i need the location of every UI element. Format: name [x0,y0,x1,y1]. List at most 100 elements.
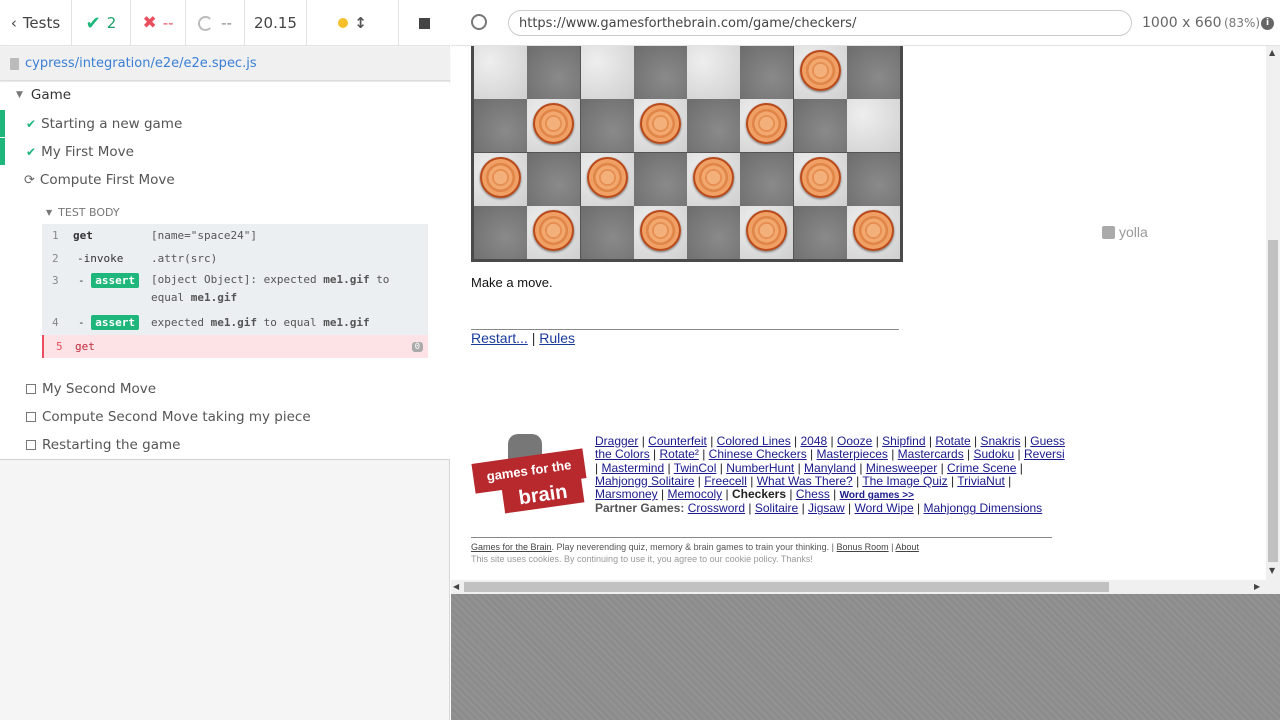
checker-piece[interactable] [852,209,894,251]
partner-link[interactable]: Jigsaw [808,501,845,515]
board-square[interactable] [633,152,687,206]
partner-link[interactable]: Crossword [688,501,745,515]
url-field[interactable]: https://www.gamesforthebrain.com/game/ch… [508,10,1132,36]
game-link[interactable]: Mahjongg Solitaire [595,474,694,488]
test-item-pending[interactable]: My Second Move [26,376,156,402]
info-icon[interactable]: i [1261,17,1274,30]
game-link[interactable]: Rotate [935,434,970,448]
board-square[interactable] [474,46,527,99]
game-link[interactable]: Minesweeper [866,461,937,475]
game-link[interactable]: Mastermind [601,461,664,475]
game-link[interactable]: Marsmoney [595,487,658,501]
game-link[interactable]: 2048 [801,434,828,448]
auto-scroll-toggle[interactable]: ↕ [307,0,399,46]
game-link[interactable]: TwinCol [674,461,717,475]
board-square[interactable] [474,99,527,153]
game-link[interactable]: Mastercards [898,447,964,461]
game-link[interactable]: Oooze [837,434,872,448]
checker-piece[interactable] [746,209,788,251]
bonus-room-link[interactable]: Bonus Room [837,542,889,552]
scrollbar-thumb[interactable] [464,582,1109,592]
checker-piece[interactable] [799,50,841,91]
about-link[interactable]: About [895,542,919,552]
game-link[interactable]: Memocoly [667,487,722,501]
checker-piece[interactable] [480,156,521,198]
yolla-ad[interactable]: yolla [1102,224,1148,240]
test-item[interactable]: ✔ My First Move [26,139,134,165]
board-square[interactable] [740,152,794,206]
board-square[interactable] [633,46,687,99]
checker-piece[interactable] [533,209,575,251]
game-link[interactable]: Masterpieces [817,447,888,461]
test-item-pending[interactable]: Restarting the game [26,432,180,458]
tests-button[interactable]: ‹ Tests [0,0,72,46]
suite-game[interactable]: ▼ Game [16,82,71,108]
board-square[interactable] [687,99,740,153]
board-square[interactable] [846,152,900,206]
board-square[interactable] [580,99,634,153]
game-link[interactable]: Reversi [1024,447,1065,461]
partner-link[interactable]: Mahjongg Dimensions [923,501,1042,515]
command-row[interactable]: 3 - assert [object Object]: expected me1… [42,270,428,306]
board-square[interactable] [846,46,900,99]
command-row-failed[interactable]: 5 get 0 [42,335,428,358]
game-link[interactable]: Chinese Checkers [709,447,807,461]
test-item-pending[interactable]: Compute Second Move taking my piece [26,404,311,430]
horizontal-scrollbar[interactable]: ◀ ▶ [451,580,1266,594]
checker-piece[interactable] [799,156,841,198]
board-square[interactable] [527,46,581,99]
restart-link[interactable]: Restart... [471,330,528,346]
game-link[interactable]: Crime Scene [947,461,1016,475]
word-games-link[interactable]: Word games >> [840,490,914,501]
game-link[interactable]: TriviaNut [957,474,1005,488]
board-square[interactable] [793,99,847,153]
board-square[interactable] [527,152,581,206]
command-row[interactable]: 4 - assert expected me1.gif to equal me1… [42,311,428,334]
checker-piece[interactable] [639,103,681,145]
scrollbar-thumb[interactable] [1268,240,1278,562]
board-square[interactable] [740,46,794,99]
game-link[interactable]: Shipfind [882,434,925,448]
checker-piece[interactable] [693,156,734,198]
partner-link[interactable]: Solitaire [755,501,798,515]
board-square[interactable] [580,46,634,99]
games-for-the-brain-logo[interactable]: games for the brain [471,432,587,514]
game-link[interactable]: Colored Lines [717,434,791,448]
board-square[interactable] [474,205,527,259]
command-row[interactable]: 2 -invoke .attr(src) [42,247,428,270]
board-square[interactable] [687,205,740,259]
spec-path[interactable]: cypress/integration/e2e/e2e.spec.js [25,56,257,71]
checker-piece[interactable] [586,156,628,198]
game-link[interactable]: Freecell [704,474,747,488]
tests-label: Tests [22,14,61,32]
vertical-scrollbar[interactable]: ▲ ▼ [1266,46,1280,594]
test-item-running[interactable]: ⟳ Compute First Move [24,167,175,193]
command-row[interactable]: 1 get [name="space24"] [42,224,428,247]
stop-button[interactable] [399,0,450,46]
separator: | [970,434,981,448]
game-link[interactable]: Counterfeit [648,434,707,448]
test-item[interactable]: ✔ Starting a new game [26,111,182,137]
game-link[interactable]: Sudoku [974,447,1015,461]
crosshair-icon[interactable] [471,14,487,30]
game-link[interactable]: Rotate² [660,447,699,461]
game-link[interactable]: NumberHunt [726,461,794,475]
board-square[interactable] [846,99,900,153]
game-link[interactable]: Snakris [980,434,1020,448]
game-link[interactable]: Dragger [595,434,638,448]
site-link[interactable]: Games for the Brain [471,542,552,552]
square-icon [26,412,36,422]
game-link[interactable]: What Was There? [757,474,853,488]
game-link[interactable]: Chess [796,487,830,501]
board-square[interactable] [580,205,634,259]
partner-link[interactable]: Word Wipe [855,501,914,515]
board-square[interactable] [793,205,847,259]
test-body-header[interactable]: ▼ TEST BODY [46,199,120,225]
game-link[interactable]: The Image Quiz [862,474,947,488]
rules-link[interactable]: Rules [539,330,575,346]
game-link[interactable]: Manyland [804,461,856,475]
checkers-board[interactable] [471,46,903,262]
status-text: Make a move. [471,275,553,290]
board-square[interactable] [687,46,740,99]
checker-piece[interactable] [639,209,681,251]
